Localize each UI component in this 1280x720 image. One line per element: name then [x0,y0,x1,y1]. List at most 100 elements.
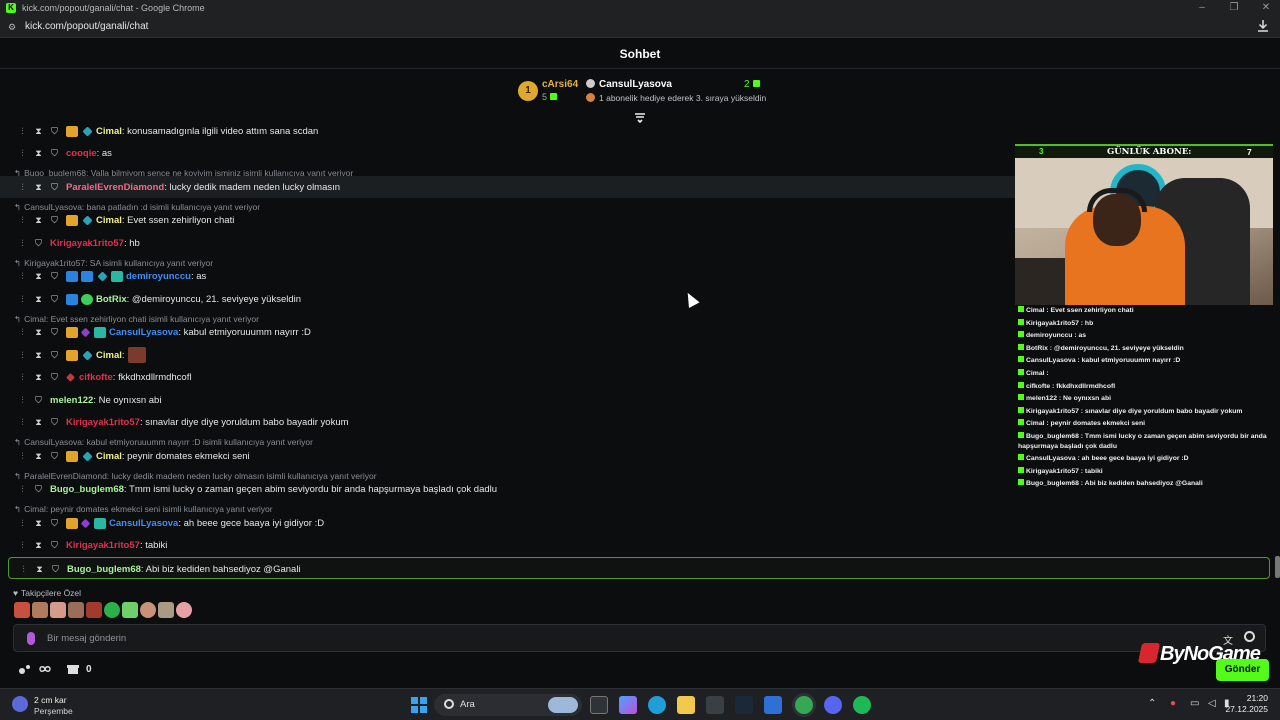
system-clock[interactable]: 21:20 27.12.2025 [1225,693,1268,715]
site-info-icon[interactable]: ⚙ [8,22,18,32]
pin-icon[interactable]: ⫶ [18,350,27,361]
store-icon[interactable] [706,696,724,714]
message-username[interactable]: Kirigayak1rito57 [50,238,124,249]
timeout-icon[interactable]: ⧗ [34,294,43,305]
points-icon[interactable] [18,663,32,675]
message-username[interactable]: cifkofte [79,372,113,383]
message-username[interactable]: Cimal [96,215,122,226]
microphone-icon[interactable] [27,632,35,645]
chat-message[interactable]: ⫶ ⧗ ⛉ Cimal: [0,344,1015,366]
chat-message[interactable]: ⫶ ⧗ ⛉ Cimal: Evet ssen zehirliyon chati [0,210,1015,232]
emote[interactable] [50,602,66,618]
message-username[interactable]: cooqie [66,148,97,159]
timeout-icon[interactable]: ⧗ [34,350,43,361]
pin-icon[interactable]: ⫶ [18,182,27,193]
chat-message[interactable]: ⫶ ⧗ ⛉ BotRix: @demiroyunccu, 21. seviyeye y… [0,288,1015,310]
shield-icon[interactable]: ⛉ [34,484,43,495]
pin-icon[interactable]: ⫶ [18,126,27,137]
chat-message[interactable]: ⫶ ⧗ ⛉ Bugo_buglem68: Abi biz kediden bahsed… [8,557,1270,579]
shield-icon[interactable]: ⛉ [50,372,59,383]
pin-icon[interactable]: ⫶ [18,451,27,462]
maximize-button[interactable]: ❐ [1220,1,1248,15]
infinity-icon[interactable] [38,663,52,675]
emote[interactable] [104,602,120,618]
shield-icon[interactable]: ⛉ [34,395,43,406]
timeout-icon[interactable]: ⧗ [34,182,43,193]
pin-icon[interactable]: ⫶ [18,148,27,159]
spotify-icon[interactable] [853,696,871,714]
chat-message[interactable]: ⫶ ⧗ ⛉ CansulLyasova: ah beee gece baaya iyi… [0,512,1015,534]
edge-icon[interactable] [648,696,666,714]
message-username[interactable]: Cimal [96,350,122,361]
copilot-icon[interactable] [619,696,637,714]
timeout-icon[interactable]: ⧗ [35,564,44,575]
pin-icon[interactable]: ⫶ [18,238,27,249]
task-view-icon[interactable] [590,696,608,714]
pin-icon[interactable]: ⫶ [18,540,27,551]
pin-icon[interactable]: ⫶ [18,215,27,226]
chat-message[interactable]: ⫶ ⛉ melen122: Ne oynıxsn abi [0,389,1015,411]
leader-second-name[interactable]: CansulLyasova [586,79,672,90]
timeout-icon[interactable]: ⧗ [34,271,43,282]
pin-icon[interactable]: ⫶ [18,372,27,383]
chat-message[interactable]: ⫶ ⧗ ⛉ Kirigayak1rito57: sınavlar diye diye … [0,412,1015,434]
message-username[interactable]: Bugo_buglem68 [67,564,141,575]
file-explorer-icon[interactable] [677,696,695,714]
chat-message[interactable]: ⫶ ⧗ ⛉ CansulLyasova: kabul etmiyoruuumm nay… [0,322,1015,344]
chat-message[interactable]: ⫶ ⛉ Kirigayak1rito57: hb [0,232,1015,254]
message-username[interactable]: melen122 [50,395,93,406]
pin-icon[interactable]: ⫶ [18,294,27,305]
emote[interactable] [122,602,138,618]
shield-icon[interactable]: ⛉ [50,451,59,462]
timeout-icon[interactable]: ⧗ [34,327,43,338]
emote[interactable] [86,602,102,618]
timeout-icon[interactable]: ⧗ [34,215,43,226]
pin-icon[interactable]: ⫶ [19,564,28,575]
chat-message[interactable]: ⫶ ⛉ Bugo_buglem68: Tmm ismi lucky o zaman … [0,479,1015,501]
message-username[interactable]: Cimal [96,126,122,137]
shield-icon[interactable]: ⛉ [34,238,43,249]
chat-message[interactable]: ⫶ ⧗ ⛉ Cimal: konusamadıgınla ilgili video a… [0,120,1015,142]
message-username[interactable]: Kirigayak1rito57 [66,417,140,428]
message-username[interactable]: CansulLyasova [109,518,178,529]
timeout-icon[interactable]: ⧗ [34,372,43,383]
message-username[interactable]: Kirigayak1rito57 [66,540,140,551]
minimize-button[interactable]: – [1188,1,1216,15]
pin-icon[interactable]: ⫶ [18,271,27,282]
chat-message-input[interactable] [47,630,1197,647]
url-text[interactable]: kick.com/popout/ganali/chat [25,21,148,32]
shield-icon[interactable]: ⛉ [50,327,59,338]
shield-icon[interactable]: ⛉ [50,518,59,529]
pin-icon[interactable]: ⫶ [18,484,27,495]
chat-message[interactable]: ⫶ ⧗ ⛉ Cimal: peynir domates ekmekci seni [0,445,1015,467]
pin-icon[interactable]: ⫶ [18,417,27,428]
message-username[interactable]: CansulLyasova [109,327,178,338]
emote[interactable] [32,602,48,618]
gift-box-icon[interactable] [66,663,80,675]
shield-icon[interactable]: ⛉ [50,350,59,361]
leader-first-name[interactable]: cArsi64 [542,79,578,90]
pin-icon[interactable]: ⫶ [18,518,27,529]
scrollbar-thumb[interactable] [1275,556,1280,578]
mic-tray-icon[interactable]: ● [1170,698,1176,709]
network-icon[interactable]: ▭ [1190,698,1199,709]
emoji-icon[interactable] [1244,631,1255,642]
shield-icon[interactable]: ⛉ [50,271,59,282]
download-icon[interactable] [1256,19,1270,33]
message-username[interactable]: BotRix [96,294,127,305]
volume-icon[interactable]: ◁ [1208,698,1216,709]
shield-icon[interactable]: ⛉ [50,182,59,193]
timeout-icon[interactable]: ⧗ [34,126,43,137]
timeout-icon[interactable]: ⧗ [34,451,43,462]
shield-icon[interactable]: ⛉ [50,417,59,428]
timeout-icon[interactable]: ⧗ [34,518,43,529]
pin-icon[interactable]: ⫶ [18,395,27,406]
shield-icon[interactable]: ⛉ [50,215,59,226]
chat-message[interactable]: ⫶ ⧗ ⛉ demiroyunccu: as [0,266,1015,288]
message-username[interactable]: Bugo_buglem68 [50,484,124,495]
steam-icon[interactable] [735,696,753,714]
pin-icon[interactable]: ⫶ [18,327,27,338]
shield-icon[interactable]: ⛉ [50,126,59,137]
chat-scrollbar[interactable] [1274,120,1280,580]
shield-icon[interactable]: ⛉ [50,294,59,305]
